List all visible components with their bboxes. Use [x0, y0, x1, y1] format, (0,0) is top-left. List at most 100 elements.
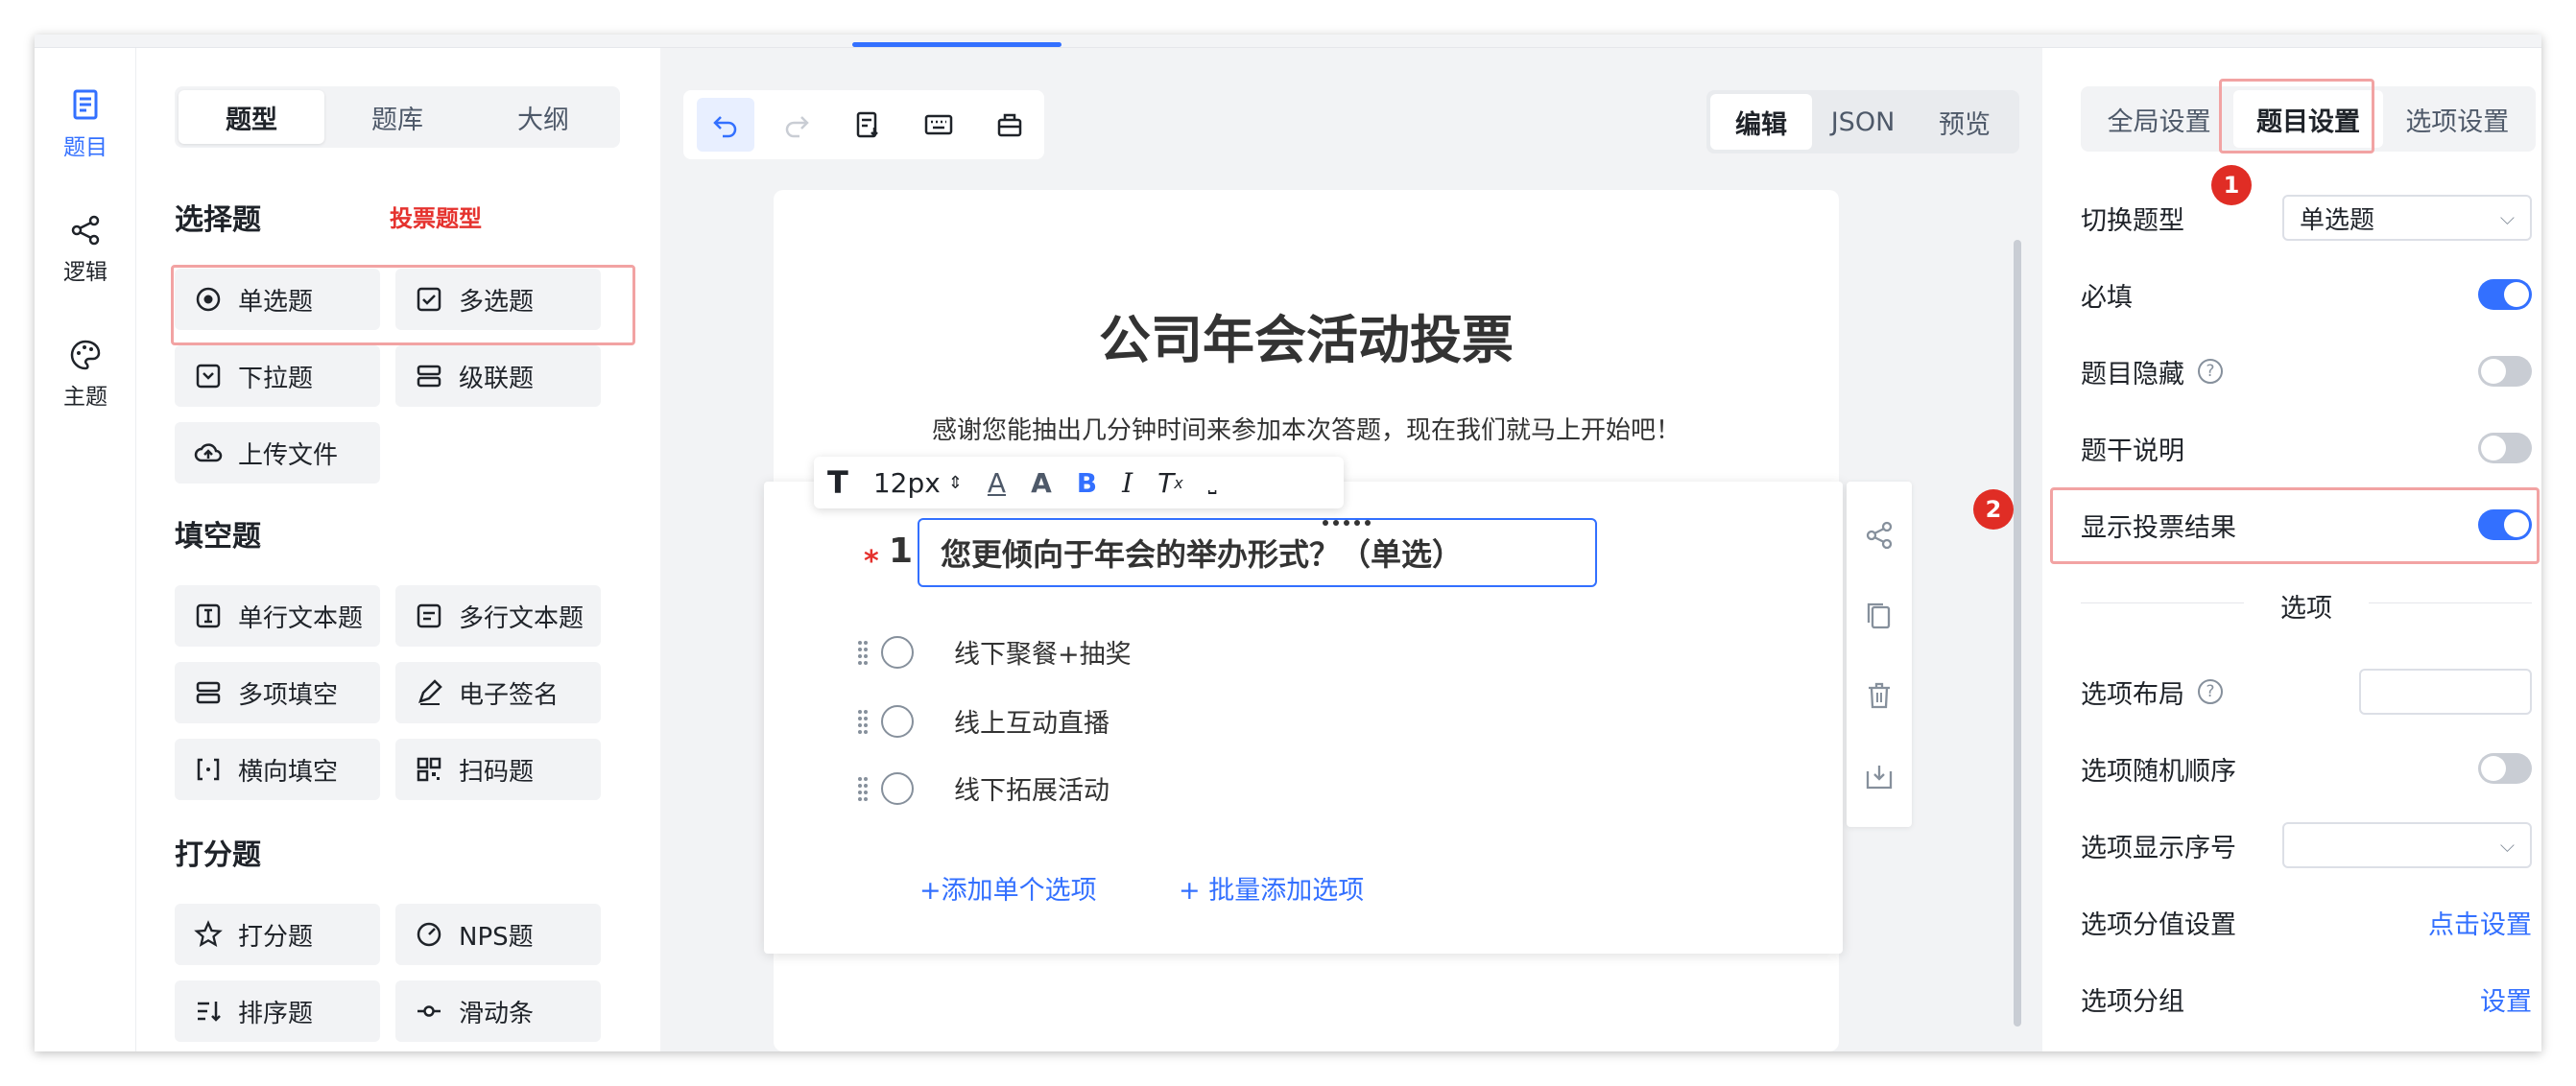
component-label: 打分题 — [238, 922, 314, 952]
option-sequence-label: 选项显示序号 — [2081, 833, 2236, 863]
italic-icon[interactable]: I — [1122, 467, 1133, 499]
component-dropdown[interactable]: 下拉题 — [175, 345, 380, 407]
rail-item-theme[interactable]: 主题 — [35, 336, 136, 411]
component-cascade[interactable]: 级联题 — [395, 345, 601, 407]
description-toggle[interactable] — [2478, 433, 2532, 463]
option-layout-input[interactable] — [2359, 669, 2532, 715]
bold-icon[interactable]: B — [1077, 467, 1097, 499]
mode-json[interactable]: JSON — [1812, 94, 1914, 150]
tab-library[interactable]: 题库 — [324, 90, 470, 144]
tab-outline[interactable]: 大纲 — [470, 90, 616, 144]
font-color-icon[interactable]: A — [988, 467, 1006, 499]
slider-icon — [417, 1005, 441, 1017]
switch-type-select[interactable]: 单选题 ⌵ — [2282, 195, 2532, 241]
option-row[interactable]: 线下聚餐+抽奖 — [856, 633, 1132, 671]
survey-description[interactable]: 感谢您能抽出几分钟时间来参加本次答题，现在我们就马上开始吧！ — [774, 411, 1839, 446]
gauge-icon — [417, 922, 441, 947]
help-icon[interactable]: ? — [2198, 679, 2223, 704]
option-label[interactable]: 线下聚餐+抽奖 — [954, 633, 1132, 671]
undo-icon — [713, 116, 737, 138]
required-row: 必填 — [2081, 271, 2532, 319]
switch-type-row: 切换题型 单选题 ⌵ — [2081, 194, 2532, 242]
keyboard-icon — [924, 114, 953, 135]
redo-button[interactable] — [768, 98, 825, 152]
option-score-label: 选项分值设置 — [2081, 909, 2236, 940]
component-multi-fill[interactable]: 多项填空 — [175, 662, 380, 723]
component-ranking[interactable]: 排序题 — [175, 980, 380, 1042]
highlight-box-vote-result — [2050, 487, 2540, 564]
tab-option-settings[interactable]: 选项设置 — [2383, 90, 2532, 148]
option-row[interactable]: 线上互动直播 — [856, 702, 1109, 740]
question-number: 1 — [889, 531, 914, 571]
import-button[interactable] — [839, 98, 896, 152]
component-label: NPS题 — [459, 922, 534, 952]
component-signature[interactable]: 电子签名 — [395, 662, 601, 723]
drag-handle-icon[interactable] — [856, 707, 870, 736]
component-label: 多行文本题 — [459, 603, 584, 633]
rail-item-questions[interactable]: 题目 — [35, 86, 136, 161]
logic-icon[interactable] — [1860, 516, 1898, 555]
random-order-toggle[interactable] — [2478, 753, 2532, 784]
tab-global-settings[interactable]: 全局设置 — [2085, 90, 2233, 148]
canvas-scrollbar[interactable] — [2014, 240, 2021, 1027]
component-single-text[interactable]: 单行文本题 — [175, 585, 380, 647]
highlight-box-question-settings — [2219, 79, 2374, 153]
undo-button[interactable] — [697, 98, 754, 152]
option-group-link[interactable]: 设置 — [2480, 980, 2532, 1018]
component-upload[interactable]: 上传文件 — [175, 422, 380, 484]
card-drag-handle[interactable] — [1323, 520, 1380, 528]
save-button[interactable] — [981, 98, 1038, 152]
mode-preview[interactable]: 预览 — [1914, 94, 2015, 150]
component-slider[interactable]: 滑动条 — [395, 980, 601, 1042]
add-batch-options-link[interactable]: + 批量添加选项 — [1179, 869, 1364, 907]
copy-icon[interactable] — [1860, 597, 1898, 635]
tab-types[interactable]: 题型 — [179, 90, 324, 144]
highlight-icon[interactable]: A — [1031, 467, 1052, 499]
hidden-toggle[interactable] — [2478, 356, 2532, 387]
drag-handle-icon[interactable] — [856, 638, 870, 667]
blank-insert-icon[interactable]: ⎵ — [1208, 471, 1217, 495]
section-title-choice: 选择题 — [175, 203, 261, 237]
option-label[interactable]: 线上互动直播 — [954, 702, 1109, 740]
trash-icon[interactable] — [1860, 677, 1898, 716]
help-icon[interactable]: ? — [2198, 359, 2223, 384]
component-nps[interactable]: NPS题 — [395, 904, 601, 965]
chevron-down-icon: ⌵ — [2499, 834, 2515, 857]
survey-title[interactable]: 公司年会活动投票 — [774, 297, 1839, 373]
option-row[interactable]: 线下拓展活动 — [856, 769, 1109, 807]
text-format-icon[interactable]: T — [827, 464, 848, 501]
component-label: 横向填空 — [238, 757, 339, 787]
component-label: 单行文本题 — [238, 603, 364, 633]
textarea-icon — [417, 603, 441, 628]
radio-circle[interactable] — [881, 704, 914, 738]
clear-format-icon[interactable]: Tx — [1157, 467, 1183, 499]
save-to-library-icon[interactable] — [1860, 758, 1898, 796]
rail-item-logic[interactable]: 逻辑 — [35, 211, 136, 286]
radio-circle[interactable] — [881, 635, 914, 669]
annotation-badge-1: 1 — [2211, 165, 2252, 205]
options-divider: 选项 — [2081, 587, 2532, 624]
component-qr-scan[interactable]: 扫码题 — [395, 739, 601, 800]
option-sequence-select[interactable]: ⌵ — [2282, 822, 2532, 868]
option-score-link[interactable]: 点击设置 — [2428, 904, 2532, 941]
mode-edit[interactable]: 编辑 — [1710, 94, 1812, 150]
radio-circle[interactable] — [881, 771, 914, 805]
import-icon — [856, 111, 878, 138]
font-size-select[interactable]: 12px ⇕ — [873, 467, 963, 499]
drag-handle-icon[interactable] — [856, 774, 870, 803]
question-card[interactable]: * 1 您更倾向于年会的举办形式？（单选） 线下聚餐+抽奖 线上互动直播 线下拓… — [764, 482, 1843, 954]
component-multi-text[interactable]: 多行文本题 — [395, 585, 601, 647]
component-horizontal-fill[interactable]: 横向填空 — [175, 739, 380, 800]
required-toggle[interactable] — [2478, 279, 2532, 310]
annotation-vote-types: 投票题型 — [390, 205, 482, 232]
component-rating[interactable]: 打分题 — [175, 904, 380, 965]
option-label[interactable]: 线下拓展活动 — [954, 769, 1109, 807]
component-label: 电子签名 — [459, 680, 560, 710]
logic-icon — [71, 215, 100, 246]
option-layout-row: 选项布局? — [2081, 668, 2532, 716]
component-label: 滑动条 — [459, 999, 535, 1028]
upload-cloud-icon — [194, 443, 223, 462]
keyboard-button[interactable] — [910, 98, 967, 152]
add-single-option-link[interactable]: +添加单个选项 — [919, 869, 1097, 907]
question-title-input[interactable]: 您更倾向于年会的举办形式？（单选） — [918, 518, 1597, 587]
